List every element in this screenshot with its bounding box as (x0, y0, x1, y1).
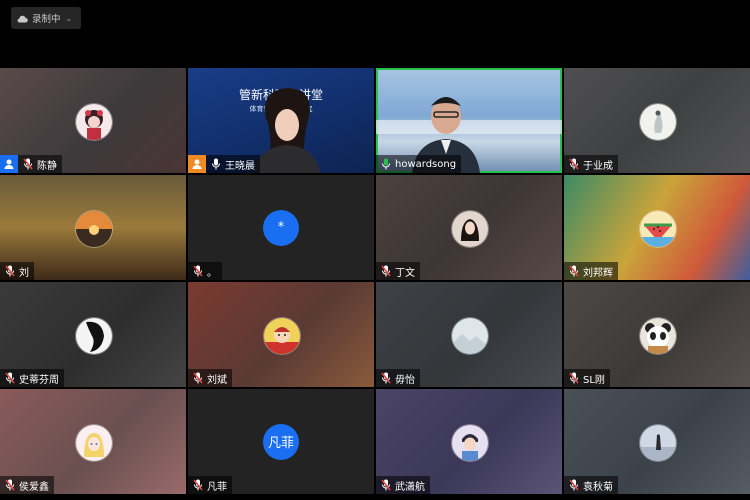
cartoon-boy-avatar (451, 423, 489, 462)
participant-name: 侯爱鑫 (19, 481, 49, 493)
name-bar: 。 (188, 262, 222, 280)
figure-on-beach-avatar (639, 423, 677, 462)
bw-portrait-avatar (75, 316, 113, 355)
name-bar: howardsong (376, 155, 462, 173)
name-bar: 刘邦辉 (564, 262, 618, 280)
name-bar: 侯爱鑫 (0, 476, 54, 494)
cartoon-monk-avatar (263, 316, 301, 355)
cloud-icon (15, 11, 29, 25)
participant-tile[interactable]: 刘 (0, 175, 186, 280)
participant-name: 。 (207, 267, 217, 279)
participant-name: 凡菲 (207, 481, 227, 493)
participant-tile[interactable]: SL刚 (564, 282, 750, 387)
participant-name: 刘斌 (207, 374, 227, 386)
participant-tile[interactable]: 刘邦辉 (564, 175, 750, 280)
participant-tile[interactable]: 袁秋菊 (564, 389, 750, 494)
participant-name: 刘 (19, 267, 29, 279)
mic-muted-icon[interactable] (379, 264, 392, 278)
participant-tile[interactable]: * 。 (188, 175, 374, 280)
participant-tile[interactable]: 武潇航 (376, 389, 562, 494)
name-bar: 凡菲 (188, 476, 232, 494)
participant-tile[interactable]: 凡菲 凡菲 (188, 389, 374, 494)
name-bar: SL刚 (564, 369, 610, 387)
mic-muted-icon[interactable] (3, 264, 16, 278)
anime-girl-avatar (75, 423, 113, 462)
name-bar: 丁文 (376, 262, 420, 280)
name-bar: 袁秋菊 (564, 476, 618, 494)
participant-name: 史蒂芬周 (19, 374, 59, 386)
mic-muted-icon[interactable] (21, 157, 34, 171)
mic-muted-icon[interactable] (567, 371, 580, 385)
recording-status-button[interactable]: 录制中 ⌄ (11, 7, 81, 29)
name-bar: 陈静 (0, 155, 62, 173)
mic-muted-icon[interactable] (3, 371, 16, 385)
participant-tile-active-speaker[interactable]: howardsong (376, 68, 562, 173)
mic-muted-icon[interactable] (567, 264, 580, 278)
mic-muted-icon[interactable] (567, 157, 580, 171)
name-bar: 刘斌 (188, 369, 232, 387)
participant-name: 毋怡 (395, 374, 415, 386)
name-bar: 于业成 (564, 155, 618, 173)
panda-avatar (639, 316, 677, 355)
name-bar: 王晓晨 (188, 155, 260, 173)
participant-name: 王晓晨 (225, 160, 255, 172)
participant-name: 陈静 (37, 160, 57, 172)
watermelon-avatar (639, 209, 677, 248)
mic-on-icon[interactable] (209, 157, 222, 171)
host-icon (188, 155, 206, 173)
participant-tile[interactable]: 侯爱鑫 (0, 389, 186, 494)
participant-name: 丁文 (395, 267, 415, 279)
mic-muted-icon[interactable] (379, 478, 392, 492)
top-bar: 录制中 ⌄ (0, 0, 750, 66)
text-avatar: * (263, 209, 299, 246)
chevron-down-icon: ⌄ (65, 13, 73, 23)
participant-tile[interactable]: 毋怡 (376, 282, 562, 387)
landscape-avatar (451, 316, 489, 355)
name-bar: 毋怡 (376, 369, 420, 387)
participant-tile-video[interactable]: 管新科研大讲堂 体育领域的非…研究 王晓晨 (188, 68, 374, 173)
mic-muted-icon[interactable] (191, 264, 204, 278)
name-bar: 刘 (0, 262, 34, 280)
mic-speaking-icon[interactable] (379, 157, 392, 171)
participant-tile[interactable]: 刘斌 (188, 282, 374, 387)
participant-tile[interactable]: 陈静 (0, 68, 186, 173)
name-bar: 武潇航 (376, 476, 430, 494)
ink-figure-avatar (639, 102, 677, 141)
participant-name: 刘邦辉 (583, 267, 613, 279)
participant-name: howardsong (395, 158, 457, 170)
participant-name: 袁秋菊 (583, 481, 613, 493)
recording-label: 录制中 (32, 14, 61, 25)
mic-muted-icon[interactable] (3, 478, 16, 492)
participant-tile[interactable]: 史蒂芬周 (0, 282, 186, 387)
participant-name: SL刚 (583, 374, 605, 386)
mic-muted-icon[interactable] (379, 371, 392, 385)
illustrated-girl-avatar (75, 102, 113, 141)
mic-muted-icon[interactable] (191, 478, 204, 492)
participant-tile[interactable]: 丁文 (376, 175, 562, 280)
sunset-avatar (75, 209, 113, 248)
participant-grid: 陈静 管新科研大讲堂 体育领域的非…研究 王晓晨 h (0, 68, 750, 500)
name-bar: 史蒂芬周 (0, 369, 64, 387)
participant-name: 于业成 (583, 160, 613, 172)
participant-tile[interactable]: 于业成 (564, 68, 750, 173)
text-avatar: 凡菲 (263, 423, 299, 460)
portrait-avatar (451, 209, 489, 248)
mic-muted-icon[interactable] (191, 371, 204, 385)
host-icon (0, 155, 18, 173)
participant-name: 武潇航 (395, 481, 425, 493)
mic-muted-icon[interactable] (567, 478, 580, 492)
